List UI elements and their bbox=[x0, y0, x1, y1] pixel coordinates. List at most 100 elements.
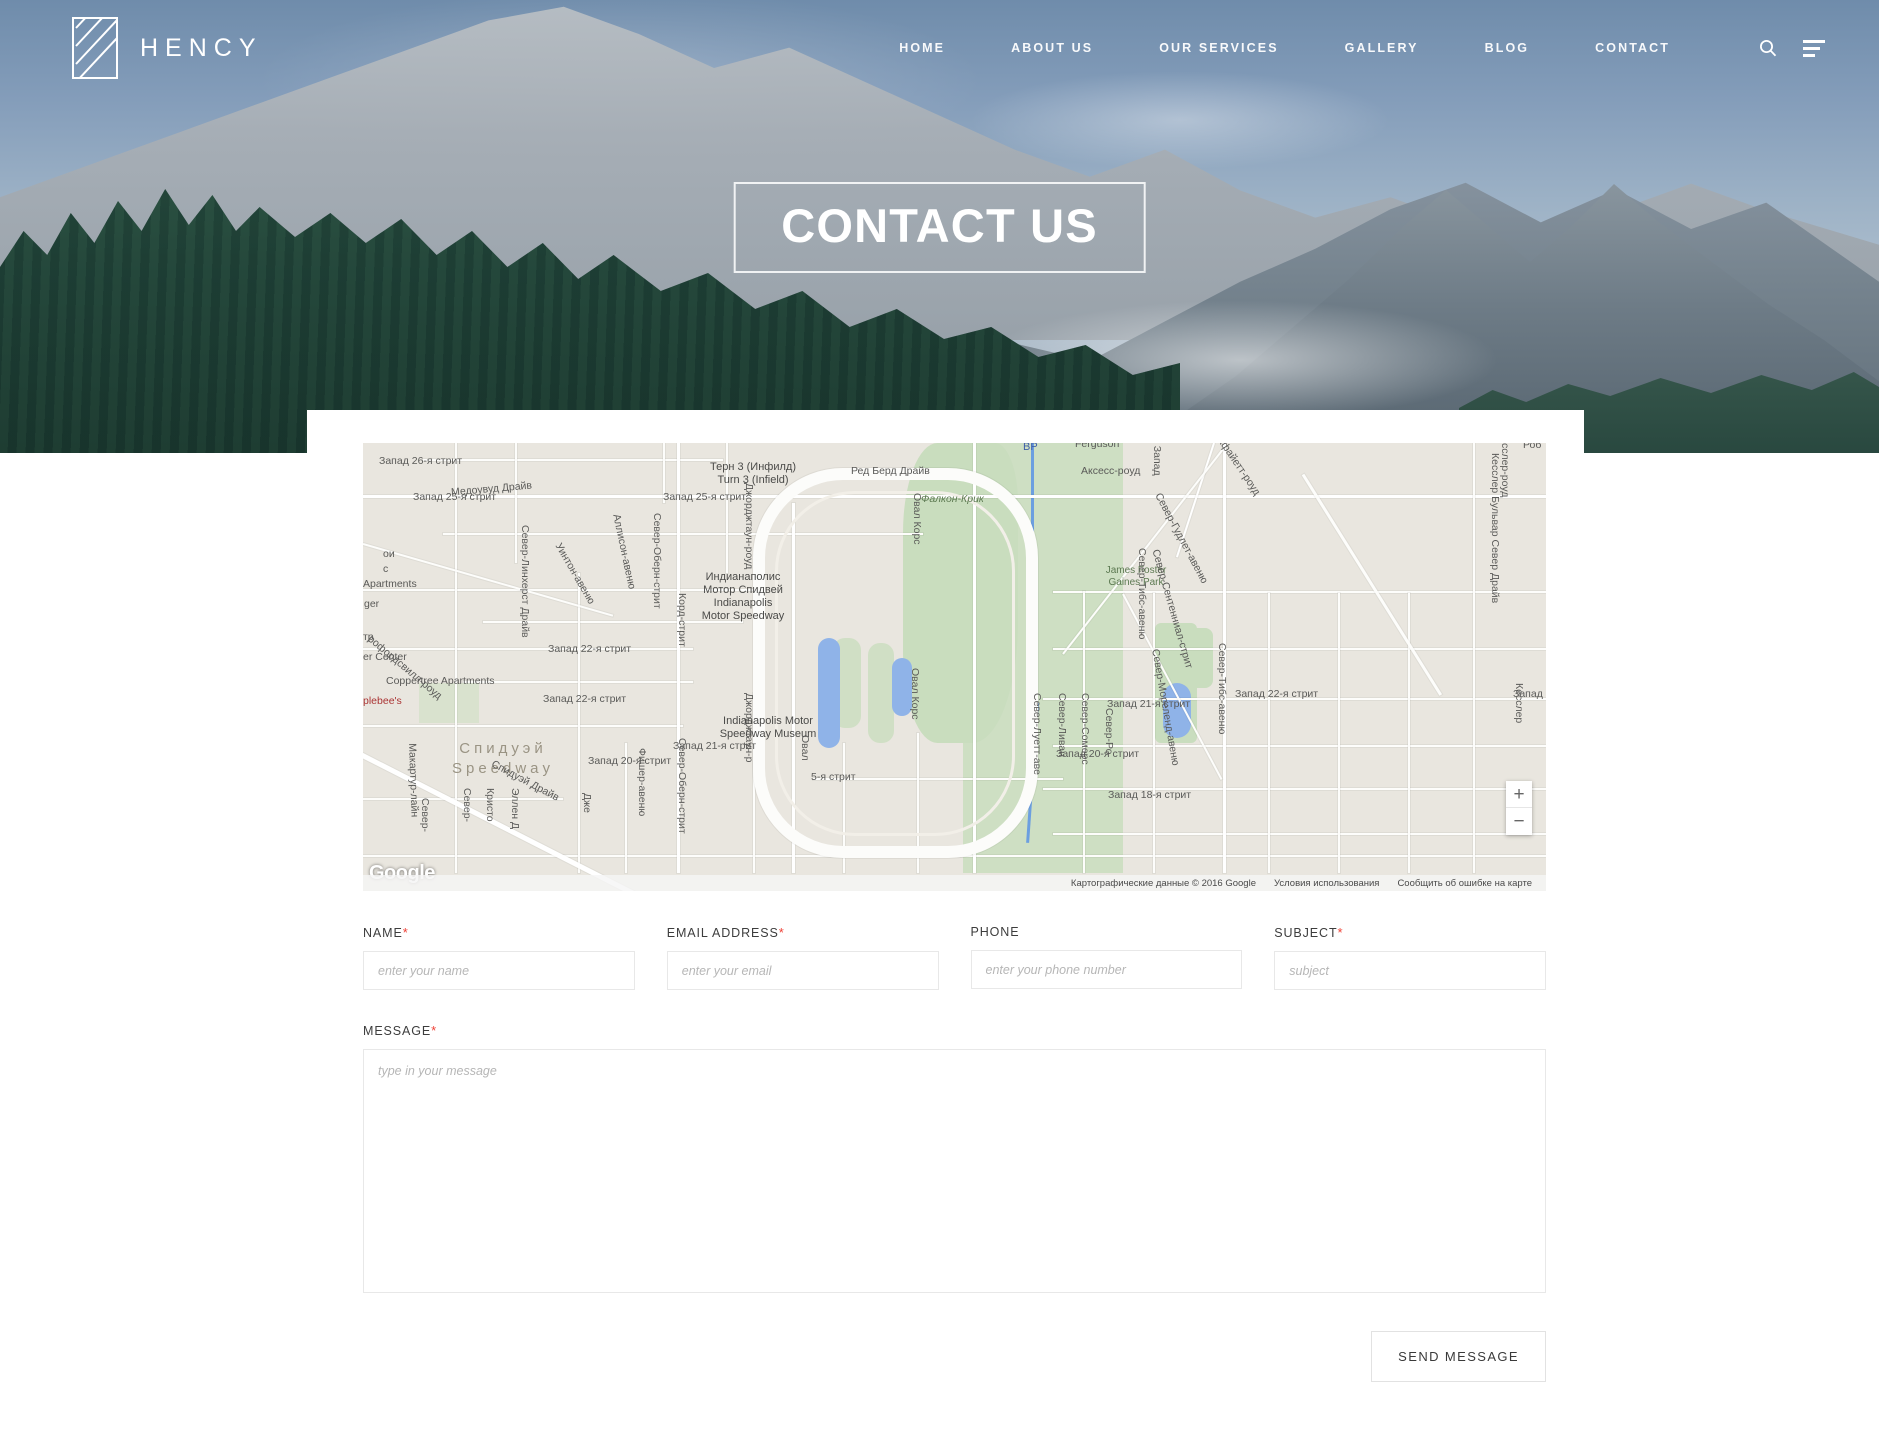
map-label: Север-Ро bbox=[1103, 708, 1115, 755]
map-label: Север-Сомерс bbox=[1079, 693, 1091, 765]
map-label: Аксесс-роуд bbox=[1081, 465, 1141, 477]
required-marker: * bbox=[402, 925, 409, 940]
map-label: Север-Тибс-авеню bbox=[1136, 548, 1148, 640]
map-label: Фишер-авеню bbox=[636, 748, 648, 817]
map-label: Запад 25-я стрит bbox=[413, 491, 497, 503]
map-label: Корд-стрит bbox=[676, 593, 688, 647]
map-label: Кристо bbox=[484, 788, 496, 822]
message-textarea[interactable] bbox=[363, 1049, 1546, 1293]
map-attribution-bar: Картографические данные © 2016 Google Ус… bbox=[363, 875, 1546, 891]
nav-item-blog[interactable]: BLOG bbox=[1485, 41, 1530, 55]
email-input[interactable] bbox=[666, 951, 939, 990]
map-place-label: Терн 3 (Инфилд) Turn 3 (Infield) bbox=[710, 461, 796, 486]
map-label: Запад 25-я стрит bbox=[663, 491, 747, 503]
map-label: Север- bbox=[419, 798, 431, 833]
map-label: ger bbox=[364, 598, 380, 610]
send-message-button[interactable]: SEND MESSAGE bbox=[1371, 1331, 1546, 1382]
required-marker: * bbox=[1337, 925, 1344, 940]
brand-name: HENCY bbox=[140, 33, 263, 62]
contact-form: NAME* EMAIL ADDRESS* PHONE SUBJECT* MESS… bbox=[363, 925, 1546, 1382]
map-label: Запад 22-я стрит bbox=[548, 643, 632, 655]
map-label: Овал Корс bbox=[909, 668, 921, 720]
map-label: Запад 20-я стрит bbox=[1056, 748, 1140, 760]
label-phone: PHONE bbox=[970, 925, 1020, 939]
map-label: Эллен Д bbox=[509, 788, 521, 830]
required-marker: * bbox=[431, 1023, 438, 1038]
map-label: Coppertree Apartments bbox=[386, 675, 495, 687]
nav-item-home[interactable]: HOME bbox=[899, 41, 945, 55]
map-place-label: Indianapolis Motor Speedway Museum bbox=[719, 715, 817, 740]
form-actions: SEND MESSAGE bbox=[363, 1331, 1546, 1382]
hency-square-diagonal-logo-icon bbox=[72, 17, 118, 79]
map-label: Север-Луетт-аве bbox=[1031, 693, 1043, 775]
contact-map[interactable]: ои с Apartments Запад 26-я стрит Медоуву… bbox=[363, 443, 1546, 891]
map-label: Север-Оберн-стрит bbox=[676, 738, 688, 834]
hamburger-menu-icon[interactable] bbox=[1803, 39, 1825, 57]
map-label: plebee's bbox=[363, 695, 402, 707]
nav-item-about-us[interactable]: ABOUT US bbox=[1011, 41, 1093, 55]
map-label: Дже bbox=[581, 793, 593, 813]
field-email: EMAIL ADDRESS* bbox=[666, 925, 939, 990]
map-label: Джорджтаун-роуд bbox=[743, 483, 755, 570]
page-title-frame: CONTACT US bbox=[733, 182, 1146, 273]
map-label: Ferguson bbox=[1075, 443, 1120, 450]
map-label: ю Запад bbox=[1151, 443, 1163, 476]
field-name: NAME* bbox=[363, 925, 635, 990]
field-phone: PHONE bbox=[970, 925, 1243, 990]
map-label: 5-я стрит bbox=[811, 771, 856, 783]
header-icons bbox=[1733, 39, 1825, 57]
map-label: Запад bbox=[1513, 688, 1543, 700]
field-message: MESSAGE* bbox=[363, 1023, 1546, 1298]
map-label: Север-Тибс-авеню bbox=[1216, 643, 1228, 735]
page-title: CONTACT US bbox=[781, 199, 1098, 252]
map-report-error-link[interactable]: Сообщить об ошибке на карте bbox=[1397, 878, 1532, 889]
map-place-label: Индианаполис Мотор Спидвей Indianapolis … bbox=[701, 571, 785, 622]
map-label: с bbox=[383, 563, 389, 575]
label-message: MESSAGE* bbox=[363, 1023, 438, 1038]
main-navigation: HOME ABOUT US OUR SERVICES GALLERY BLOG … bbox=[866, 39, 1825, 57]
map-label: Уинтон-авеню bbox=[552, 541, 598, 607]
map-poi-label: BP bbox=[1023, 443, 1038, 453]
map-label: Запад 21-я стрит bbox=[1107, 698, 1191, 710]
label-email: EMAIL ADDRESS* bbox=[666, 925, 785, 940]
brand-logo[interactable]: HENCY bbox=[72, 17, 263, 79]
map-label: Запад 22-я стрит bbox=[1235, 688, 1319, 700]
contact-page: HENCY HOME ABOUT US OUR SERVICES GALLERY… bbox=[0, 0, 1879, 1446]
map-label: Запад 26-я стрит bbox=[379, 455, 463, 467]
map-zoom-out-button[interactable]: − bbox=[1506, 808, 1532, 835]
map-label: Ред Берд Драйв bbox=[851, 465, 930, 477]
map-label: Аллисон-авеню bbox=[610, 513, 638, 591]
required-marker: * bbox=[778, 925, 785, 940]
map-label: Север-Оберн-стрит bbox=[651, 513, 663, 609]
field-subject: SUBJECT* bbox=[1274, 925, 1546, 990]
site-header: HENCY HOME ABOUT US OUR SERVICES GALLERY… bbox=[0, 0, 1879, 96]
nav-item-gallery[interactable]: GALLERY bbox=[1345, 41, 1419, 55]
map-label: Кесслер-роуд bbox=[1499, 443, 1511, 498]
map-label: Запад 20-я стрит bbox=[588, 755, 672, 767]
subject-input[interactable] bbox=[1274, 951, 1546, 990]
nav-item-our-services[interactable]: OUR SERVICES bbox=[1159, 41, 1278, 55]
map-label: рофордсвилл-роуд bbox=[365, 633, 445, 702]
speedway-inner-track bbox=[775, 491, 1015, 836]
map-zoom-controls[interactable]: + − bbox=[1506, 781, 1532, 835]
label-name: NAME* bbox=[363, 925, 409, 940]
map-copyright: Картографические данные © 2016 Google bbox=[1070, 877, 1256, 889]
phone-input[interactable] bbox=[970, 950, 1243, 989]
label-subject: SUBJECT* bbox=[1274, 925, 1344, 940]
map-label: Север-Линхерст Драйв bbox=[519, 525, 531, 638]
map-label: Фалкон-Крик bbox=[921, 493, 984, 505]
search-icon[interactable] bbox=[1759, 39, 1777, 57]
nav-item-contact[interactable]: CONTACT bbox=[1595, 41, 1670, 55]
map-label: Apartments bbox=[363, 578, 417, 590]
name-input[interactable] bbox=[363, 951, 635, 990]
map-canvas[interactable]: ои с Apartments Запад 26-я стрит Медоуву… bbox=[363, 443, 1546, 891]
map-terms-link[interactable]: Условия использования bbox=[1274, 878, 1379, 889]
form-row-top: NAME* EMAIL ADDRESS* PHONE SUBJECT* bbox=[363, 925, 1546, 990]
map-label: Роб bbox=[1523, 443, 1542, 451]
map-zoom-in-button[interactable]: + bbox=[1506, 781, 1532, 808]
map-label: ои bbox=[383, 548, 395, 560]
map-label: Север-Ливан bbox=[1056, 693, 1068, 757]
map-label: Запад 22-я стрит bbox=[543, 693, 627, 705]
map-label: Север- bbox=[461, 788, 473, 823]
map-label: Запад 18-я стрит bbox=[1108, 789, 1192, 801]
